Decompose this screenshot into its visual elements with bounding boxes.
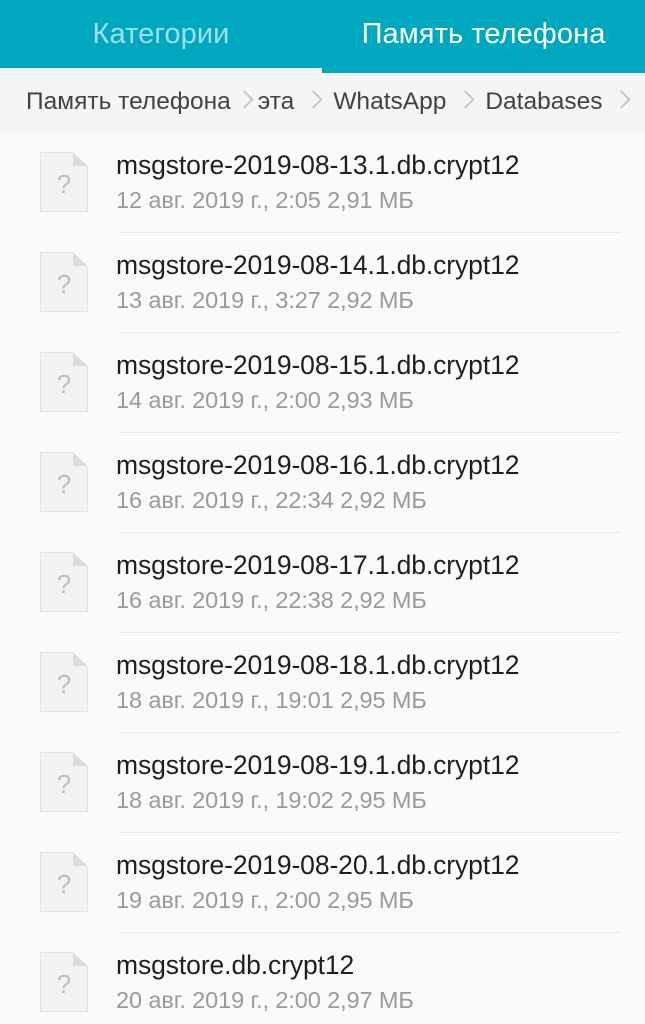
file-meta: 19 авг. 2019 г., 2:00 2,95 МБ	[116, 887, 414, 914]
tab-categories-label: Категории	[92, 17, 230, 50]
tab-categories[interactable]: Категории	[0, 0, 322, 68]
unknown-file-icon: ?	[40, 952, 88, 1012]
breadcrumb: Память телефона эта WhatsApp Databases	[0, 73, 645, 132]
file-name: msgstore-2019-08-14.1.db.crypt12	[116, 249, 520, 280]
question-mark-glyph: ?	[56, 668, 72, 699]
file-info: msgstore-2019-08-14.1.db.crypt12 13 авг.…	[116, 250, 645, 314]
file-meta: 16 авг. 2019 г., 22:34 2,92 МБ	[116, 487, 427, 514]
file-list-item[interactable]: ? msgstore-2019-08-15.1.db.crypt12 14 ав…	[0, 332, 645, 432]
question-mark-glyph: ?	[56, 168, 72, 199]
file-meta: 18 авг. 2019 г., 19:01 2,95 МБ	[116, 687, 427, 714]
file-list-item[interactable]: ? msgstore.db.crypt12 20 авг. 2019 г., 2…	[0, 932, 645, 1024]
file-meta: 18 авг. 2019 г., 19:02 2,95 МБ	[116, 787, 427, 814]
file-info: msgstore-2019-08-17.1.db.crypt12 16 авг.…	[116, 550, 645, 614]
file-name: msgstore-2019-08-18.1.db.crypt12	[116, 649, 520, 680]
file-info: msgstore-2019-08-13.1.db.crypt12 12 авг.…	[116, 150, 645, 214]
question-mark-glyph: ?	[56, 368, 72, 399]
chevron-right-icon	[458, 90, 473, 116]
chevron-right-icon	[306, 90, 321, 116]
file-info: msgstore-2019-08-16.1.db.crypt12 16 авг.…	[116, 450, 645, 514]
file-list-item[interactable]: ? msgstore-2019-08-14.1.db.crypt12 13 ав…	[0, 232, 645, 332]
file-meta: 13 авг. 2019 г., 3:27 2,92 МБ	[116, 287, 414, 314]
active-tab-indicator	[322, 68, 645, 73]
file-list-item[interactable]: ? msgstore-2019-08-18.1.db.crypt12 18 ав…	[0, 632, 645, 732]
question-mark-glyph: ?	[56, 968, 72, 999]
file-meta: 16 авг. 2019 г., 22:38 2,92 МБ	[116, 587, 427, 614]
file-meta: 20 авг. 2019 г., 2:00 2,97 МБ	[116, 987, 414, 1014]
file-name: msgstore-2019-08-20.1.db.crypt12	[116, 849, 520, 880]
unknown-file-icon: ?	[40, 352, 88, 412]
breadcrumb-item-databases[interactable]: Databases	[485, 90, 602, 115]
breadcrumb-item-whatsapp[interactable]: WhatsApp	[333, 90, 446, 115]
file-name: msgstore-2019-08-16.1.db.crypt12	[116, 449, 520, 480]
file-name: msgstore.db.crypt12	[116, 949, 355, 980]
file-info: msgstore.db.crypt12 20 авг. 2019 г., 2:0…	[116, 950, 645, 1014]
question-mark-glyph: ?	[56, 468, 72, 499]
file-info: msgstore-2019-08-18.1.db.crypt12 18 авг.…	[116, 650, 645, 714]
file-list-item[interactable]: ? msgstore-2019-08-16.1.db.crypt12 16 ав…	[0, 432, 645, 532]
file-manager-screen: Категории Память телефона Память телефон…	[0, 0, 645, 1024]
unknown-file-icon: ?	[40, 552, 88, 612]
file-info: msgstore-2019-08-15.1.db.crypt12 14 авг.…	[116, 350, 645, 414]
file-list-item[interactable]: ? msgstore-2019-08-17.1.db.crypt12 16 ав…	[0, 532, 645, 632]
tab-phone-storage[interactable]: Память телефона	[322, 0, 645, 68]
file-name: msgstore-2019-08-17.1.db.crypt12	[116, 549, 520, 580]
unknown-file-icon: ?	[40, 852, 88, 912]
file-list[interactable]: ? msgstore-2019-08-13.1.db.crypt12 12 ав…	[0, 132, 645, 1024]
unknown-file-icon: ?	[40, 652, 88, 712]
file-meta: 14 авг. 2019 г., 2:00 2,93 МБ	[116, 387, 414, 414]
breadcrumb-item-truncated[interactable]: эта	[258, 90, 295, 115]
file-info: msgstore-2019-08-19.1.db.crypt12 18 авг.…	[116, 750, 645, 814]
tab-bar: Категории Память телефона	[0, 0, 645, 73]
file-name: msgstore-2019-08-19.1.db.crypt12	[116, 749, 520, 780]
question-mark-glyph: ?	[56, 768, 72, 799]
file-name: msgstore-2019-08-13.1.db.crypt12	[116, 149, 520, 180]
tab-phone-storage-label: Память телефона	[361, 17, 606, 50]
unknown-file-icon: ?	[40, 252, 88, 312]
unknown-file-icon: ?	[40, 452, 88, 512]
file-list-item[interactable]: ? msgstore-2019-08-13.1.db.crypt12 12 ав…	[0, 132, 645, 232]
file-meta: 12 авг. 2019 г., 2:05 2,91 МБ	[116, 187, 414, 214]
chevron-right-icon	[614, 90, 629, 116]
question-mark-glyph: ?	[56, 268, 72, 299]
unknown-file-icon: ?	[40, 152, 88, 212]
question-mark-glyph: ?	[56, 568, 72, 599]
file-info: msgstore-2019-08-20.1.db.crypt12 19 авг.…	[116, 850, 645, 914]
breadcrumb-item-root[interactable]: Память телефона	[26, 90, 231, 115]
file-list-item[interactable]: ? msgstore-2019-08-20.1.db.crypt12 19 ав…	[0, 832, 645, 932]
unknown-file-icon: ?	[40, 752, 88, 812]
question-mark-glyph: ?	[56, 868, 72, 899]
file-name: msgstore-2019-08-15.1.db.crypt12	[116, 349, 520, 380]
file-list-item[interactable]: ? msgstore-2019-08-19.1.db.crypt12 18 ав…	[0, 732, 645, 832]
chevron-right-icon	[237, 90, 252, 116]
